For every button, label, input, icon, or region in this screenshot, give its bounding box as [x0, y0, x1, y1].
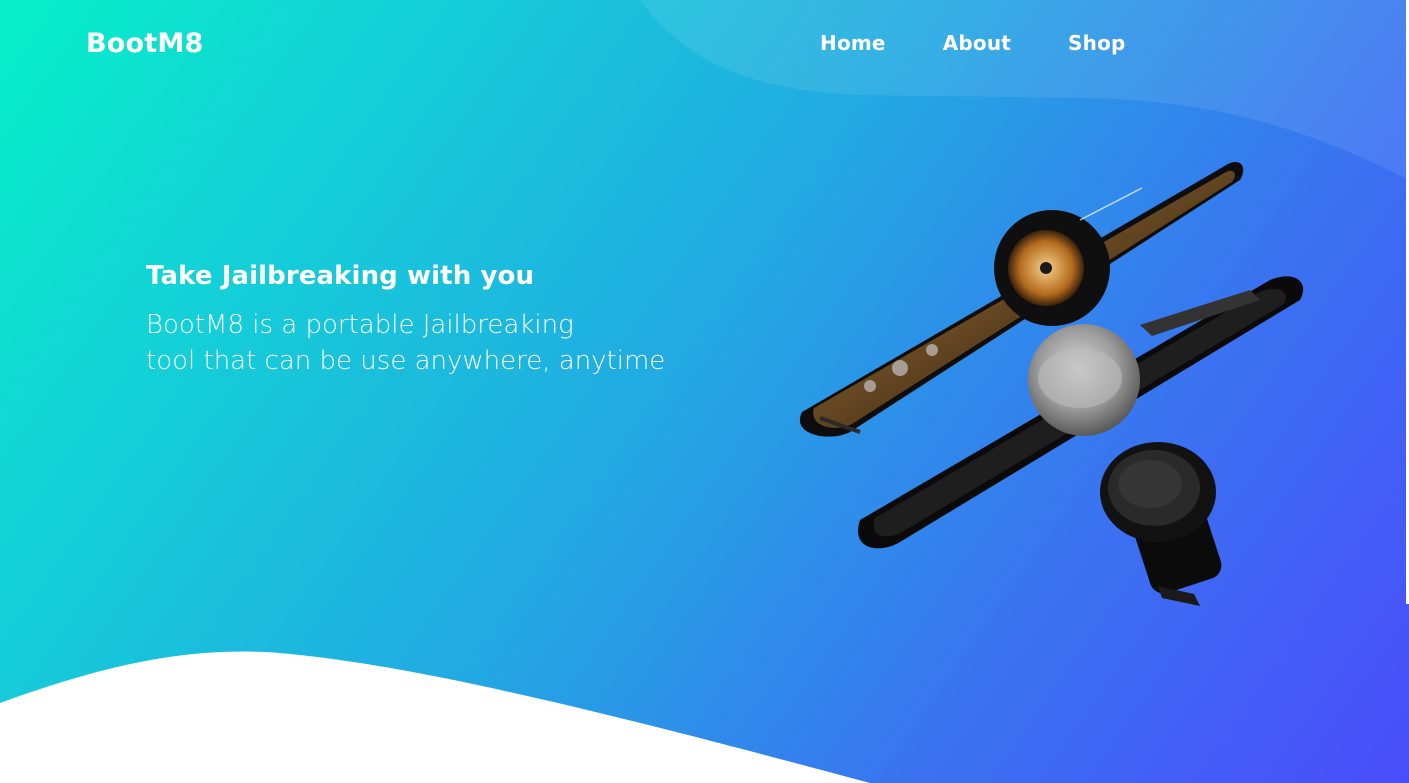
hero-description: BootM8 is a portable Jailbreaking tool t…	[146, 307, 766, 379]
brand-logo[interactable]: BootM8	[86, 28, 203, 59]
car-mount	[1100, 442, 1222, 606]
product-image	[799, 161, 1304, 606]
nav-home[interactable]: Home	[820, 31, 886, 55]
hero-headline: Take Jailbreaking with you	[146, 261, 535, 291]
hero-description-line-2: tool that can be use anywhere, anytime	[146, 346, 666, 376]
hero-section: BootM8 Home About Shop Take Jailbreaking…	[0, 0, 1409, 783]
nav-shop[interactable]: Shop	[1068, 31, 1126, 55]
hero-description-line-1: BootM8 is a portable Jailbreaking	[146, 310, 574, 340]
main-nav: Home About Shop	[820, 31, 1126, 55]
phone	[799, 161, 1244, 437]
bottom-wave-shape	[0, 651, 870, 783]
nav-about[interactable]: About	[943, 31, 1011, 55]
